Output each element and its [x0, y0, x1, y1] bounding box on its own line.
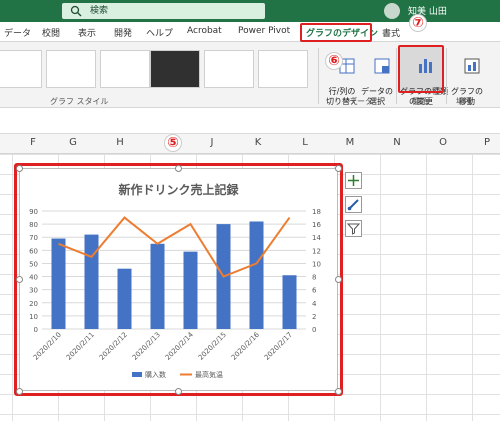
column-header[interactable]: J [189, 137, 235, 148]
chart-style-1[interactable] [0, 50, 42, 88]
resize-handle[interactable] [175, 388, 182, 395]
chart-style-3[interactable] [100, 50, 150, 88]
tab-review[interactable]: 校閲 [42, 26, 60, 39]
column-header[interactable]: O [420, 137, 466, 148]
chart-style-2[interactable] [46, 50, 96, 88]
search-icon [70, 5, 82, 17]
search-box[interactable]: 検索 [62, 3, 265, 19]
resize-handle[interactable] [175, 165, 182, 172]
column-header[interactable]: P [464, 137, 500, 148]
chart-style-5[interactable] [204, 50, 254, 88]
tab-developer[interactable]: 開発 [114, 26, 132, 39]
funnel-icon [346, 223, 361, 235]
tab-data[interactable]: データ [4, 26, 31, 39]
plus-icon [348, 175, 359, 186]
resize-handle[interactable] [335, 276, 342, 283]
formula-bar[interactable] [0, 108, 500, 134]
chart-filters-button[interactable] [345, 220, 362, 237]
tab-power-pivot[interactable]: Power Pivot [238, 26, 290, 36]
resize-handle[interactable] [16, 276, 23, 283]
type-group-label: 種類 [412, 97, 428, 106]
chart-style-6[interactable] [258, 50, 308, 88]
brush-icon [347, 199, 359, 211]
resize-handle[interactable] [335, 165, 342, 172]
avatar[interactable] [384, 3, 400, 19]
chart-design-highlight [300, 23, 372, 42]
divider [396, 48, 397, 104]
data-group-label: データ [349, 97, 373, 106]
change-chart-type-highlight [398, 45, 444, 93]
column-header[interactable]: L [282, 137, 328, 148]
tab-format[interactable]: 書式 [382, 26, 400, 39]
step-badge-5: ⑤ [164, 134, 182, 152]
tab-acrobat[interactable]: Acrobat [187, 26, 222, 36]
chart-highlight [14, 163, 343, 396]
column-header[interactable]: H [97, 137, 143, 148]
column-header[interactable]: G [50, 137, 96, 148]
resize-handle[interactable] [16, 388, 23, 395]
resize-handle[interactable] [335, 388, 342, 395]
column-headers: F G H I J K L M N O P [0, 134, 500, 154]
location-group-label: 場所 [456, 97, 472, 106]
column-header[interactable]: M [327, 137, 373, 148]
tab-help[interactable]: ヘルプ [146, 26, 173, 39]
tab-view[interactable]: 表示 [78, 26, 96, 39]
column-header[interactable]: K [235, 137, 281, 148]
style-group-label: グラフ スタイル [50, 97, 109, 106]
step-badge-7: ⑦ [409, 14, 427, 32]
column-header[interactable]: N [374, 137, 420, 148]
chart-elements-button[interactable] [345, 172, 362, 189]
divider [446, 48, 447, 104]
select-data-icon [374, 58, 390, 74]
chart-style-4[interactable] [150, 50, 200, 88]
resize-handle[interactable] [16, 165, 23, 172]
step-badge-6: ⑥ [325, 52, 343, 70]
move-chart-icon [464, 58, 480, 74]
divider [318, 48, 319, 104]
search-placeholder: 検索 [90, 6, 109, 16]
chart-styles-button[interactable] [345, 196, 362, 213]
